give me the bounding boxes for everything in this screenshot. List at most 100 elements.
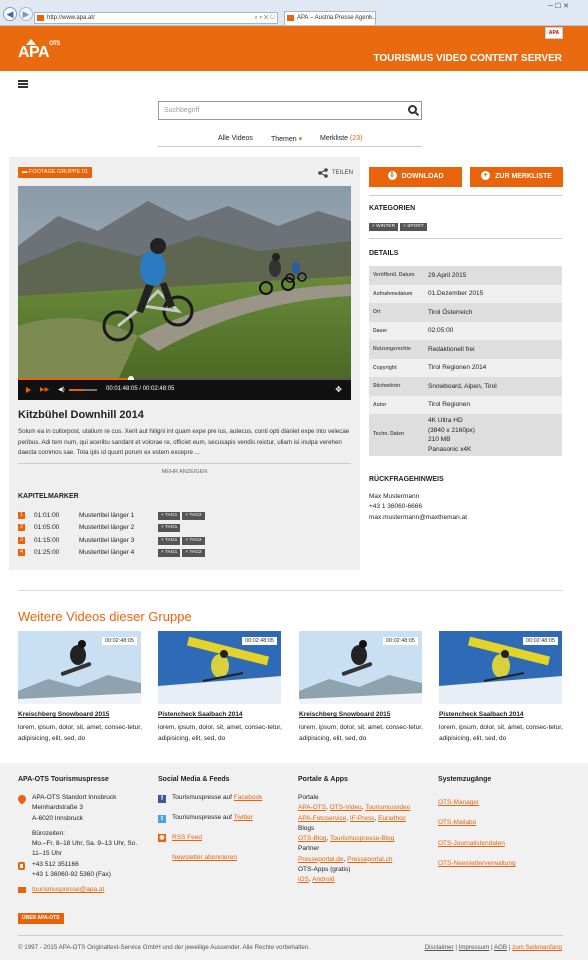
kategorien-heading: KATEGORIEN — [369, 205, 416, 212]
footer-newsletter[interactable]: Newsletter abonnieren — [172, 853, 237, 863]
tag-chip[interactable]: TAG1 — [158, 548, 181, 557]
tag-chip[interactable]: TAG2 — [182, 512, 205, 520]
rss-icon[interactable]: ◉ — [158, 834, 166, 842]
blog-link[interactable]: OTS-Blog — [298, 835, 327, 842]
play-icon[interactable] — [26, 387, 31, 393]
nav-themen[interactable]: Themen ▾ — [271, 135, 302, 143]
tag-chip[interactable]: TAG2 — [182, 536, 205, 545]
kapitel-row[interactable]: 1 01:01:00 Mustertitel länger 1 TAG1TAG2 — [18, 511, 338, 523]
details-row: Dauer 02:05:00 — [369, 321, 562, 340]
footer-email[interactable]: tourismuspresse@apa.at — [32, 885, 104, 895]
tag-chip[interactable]: TAG1 — [158, 536, 181, 545]
share-label[interactable]: TEILEN — [332, 170, 353, 176]
video-thumbnail[interactable]: 00:02:48:05 — [18, 631, 141, 704]
system-link[interactable]: OTS-Manager — [438, 799, 479, 806]
category-chip[interactable]: SPORT — [400, 223, 427, 231]
search-input[interactable]: Suchbegriff — [158, 101, 422, 120]
details-key: Techn. Daten — [369, 414, 424, 456]
address-tools-icon[interactable]: ⌕ ▾ ✕ ↻ — [254, 13, 275, 23]
impressum-link[interactable]: Impressum — [459, 944, 490, 951]
system-link[interactable]: OTS-Journalistendaten — [438, 840, 505, 847]
nav-merkliste[interactable]: Merkliste (23) — [320, 135, 362, 142]
blog-link[interactable]: Tourismuspresse-Blog — [330, 835, 394, 842]
hamburger-icon[interactable] — [18, 80, 28, 88]
browser-tab[interactable]: APA – Austria Presse Agent... × — [284, 11, 376, 25]
portal-link[interactable]: APA-Fotoservice — [298, 815, 346, 822]
video-controls: ▶▶ ◀) 00:01:48:05 / 00:02:48:05 ✥ — [18, 380, 351, 400]
facebook-icon[interactable]: f — [158, 795, 166, 803]
details-key: Ort — [369, 303, 424, 322]
footer-twitter[interactable]: Tourismuspresse auf Twitter — [172, 813, 253, 823]
video-link[interactable]: Kreischberg Snowboard 2015 — [18, 711, 109, 718]
category-chip[interactable]: WINTER — [369, 223, 399, 231]
back-to-top-link[interactable]: zum Seitenanfang — [512, 944, 562, 951]
kapitel-row[interactable]: 3 01:15:00 Mustertitel länger 3 TAG1TAG2 — [18, 536, 338, 548]
details-row: Copyright Tirol Regionen 2014 — [369, 358, 562, 377]
apa-badge[interactable]: APA — [545, 27, 563, 39]
partner-link[interactable]: Presseportal.de — [298, 856, 344, 863]
tab-title: APA – Austria Presse Agent... — [297, 15, 376, 21]
partner-link[interactable]: Presseportal.ch — [347, 856, 392, 863]
group-tag[interactable]: ▬ FOOTAGE GRUPPE 01 — [18, 167, 92, 178]
portal-link[interactable]: IF-Press — [350, 815, 375, 822]
show-more-button[interactable]: MEHR ANZEIGEN — [18, 463, 351, 475]
kapitel-row[interactable]: 2 01:05:00 Mustertitel länger 2 TAG1 — [18, 523, 338, 535]
details-table: Veröffentl. Datum 29.April 2015 Aufnahmed… — [369, 266, 562, 456]
twitter-link[interactable]: Twitter — [234, 814, 253, 821]
details-row: Autor Tirol Regionen — [369, 395, 562, 414]
nav-all-videos[interactable]: Alle Videos — [218, 135, 253, 142]
portal-link[interactable]: APA-OTS — [298, 804, 326, 811]
divider — [369, 195, 562, 196]
video-link[interactable]: Pistencheck Saalbach 2014 — [158, 711, 243, 718]
footer-address: APA-OTS Standort Innsbruck Meinhardstraß… — [32, 794, 138, 858]
video-link[interactable]: Pistencheck Saalbach 2014 — [439, 711, 524, 718]
details-row: Aufnahmedatum 01.Dezember 2015 — [369, 284, 562, 303]
back-icon[interactable]: ◀ — [3, 7, 17, 21]
contact-email[interactable]: max.mustermann@maxtheman.at — [369, 513, 467, 523]
portal-link[interactable]: Euradhoc — [378, 815, 406, 822]
volume-slider[interactable] — [69, 389, 97, 391]
window-controls[interactable]: ─ ☐ ✕ — [548, 2, 569, 10]
video-description: Solum ea in cullorpost, utatium re cus. … — [18, 428, 350, 456]
twitter-icon[interactable]: t — [158, 815, 166, 823]
address-bar[interactable]: http://www.apa.at/ ⌕ ▾ ✕ ↻ — [34, 12, 278, 24]
kapitel-time: 01:15:00 — [34, 536, 60, 544]
forward-icon[interactable]: ▶ — [19, 7, 33, 21]
footer-facebook[interactable]: Tourismuspresse auf Facebook — [172, 793, 262, 803]
tag-chip[interactable]: TAG2 — [182, 548, 205, 557]
agb-link[interactable]: AGB — [494, 944, 507, 951]
portal-link[interactable]: OTS-Video — [330, 804, 362, 811]
about-apa-ots-button[interactable]: ÜBER APA-OTS — [18, 913, 64, 924]
tag-chip[interactable]: TAG1 — [158, 524, 181, 533]
tab-close-icon[interactable]: × — [369, 12, 373, 25]
section-divider — [18, 590, 563, 591]
download-button[interactable]: ⇩ DOWNLOAD — [369, 167, 462, 187]
kapitel-title: Mustertitel länger 4 — [79, 548, 135, 556]
site-logo[interactable]: APAOTS — [18, 41, 60, 62]
add-to-merkliste-button[interactable]: + ZUR MERKLISTE — [470, 167, 563, 187]
system-link[interactable]: OTS-Mailabo — [438, 819, 476, 826]
video-thumbnail[interactable]: 00:02:48:05 — [158, 631, 281, 704]
disclaimer-link[interactable]: Disclaimer — [425, 944, 454, 951]
system-link[interactable]: OTS-Newsletterverwaltung — [438, 860, 516, 867]
video-thumbnail[interactable]: 00:02:48:05 — [299, 631, 422, 704]
video-link[interactable]: Kreischberg Snowboard 2015 — [299, 711, 390, 718]
fullscreen-icon[interactable]: ✥ — [335, 385, 342, 394]
footer-rss[interactable]: RSS Feed — [172, 833, 202, 843]
portal-link[interactable]: Tourismusvideo — [365, 804, 410, 811]
share-icon[interactable] — [318, 168, 328, 178]
video-player[interactable] — [18, 186, 351, 380]
rss-link[interactable]: RSS Feed — [172, 834, 202, 841]
search-icon[interactable] — [408, 105, 417, 114]
tag-chip[interactable]: TAG1 — [158, 512, 181, 520]
footer-email-link[interactable]: tourismuspresse@apa.at — [32, 886, 104, 893]
kapitel-row[interactable]: 4 01:25:00 Mustertitel länger 4 TAG1TAG2 — [18, 548, 338, 560]
video-tags-text: lorem, ipsum, dolor, sit, amet, consec-t… — [18, 724, 142, 742]
facebook-link[interactable]: Facebook — [234, 794, 263, 801]
app-link[interactable]: Android — [312, 876, 334, 883]
newsletter-link[interactable]: Newsletter abonnieren — [172, 854, 237, 861]
video-thumbnail[interactable]: 00:02:48:05 — [439, 631, 562, 704]
skip-forward-icon[interactable]: ▶▶ — [40, 386, 49, 393]
volume-icon[interactable]: ◀) — [58, 386, 65, 393]
app-link[interactable]: iOS — [298, 876, 309, 883]
